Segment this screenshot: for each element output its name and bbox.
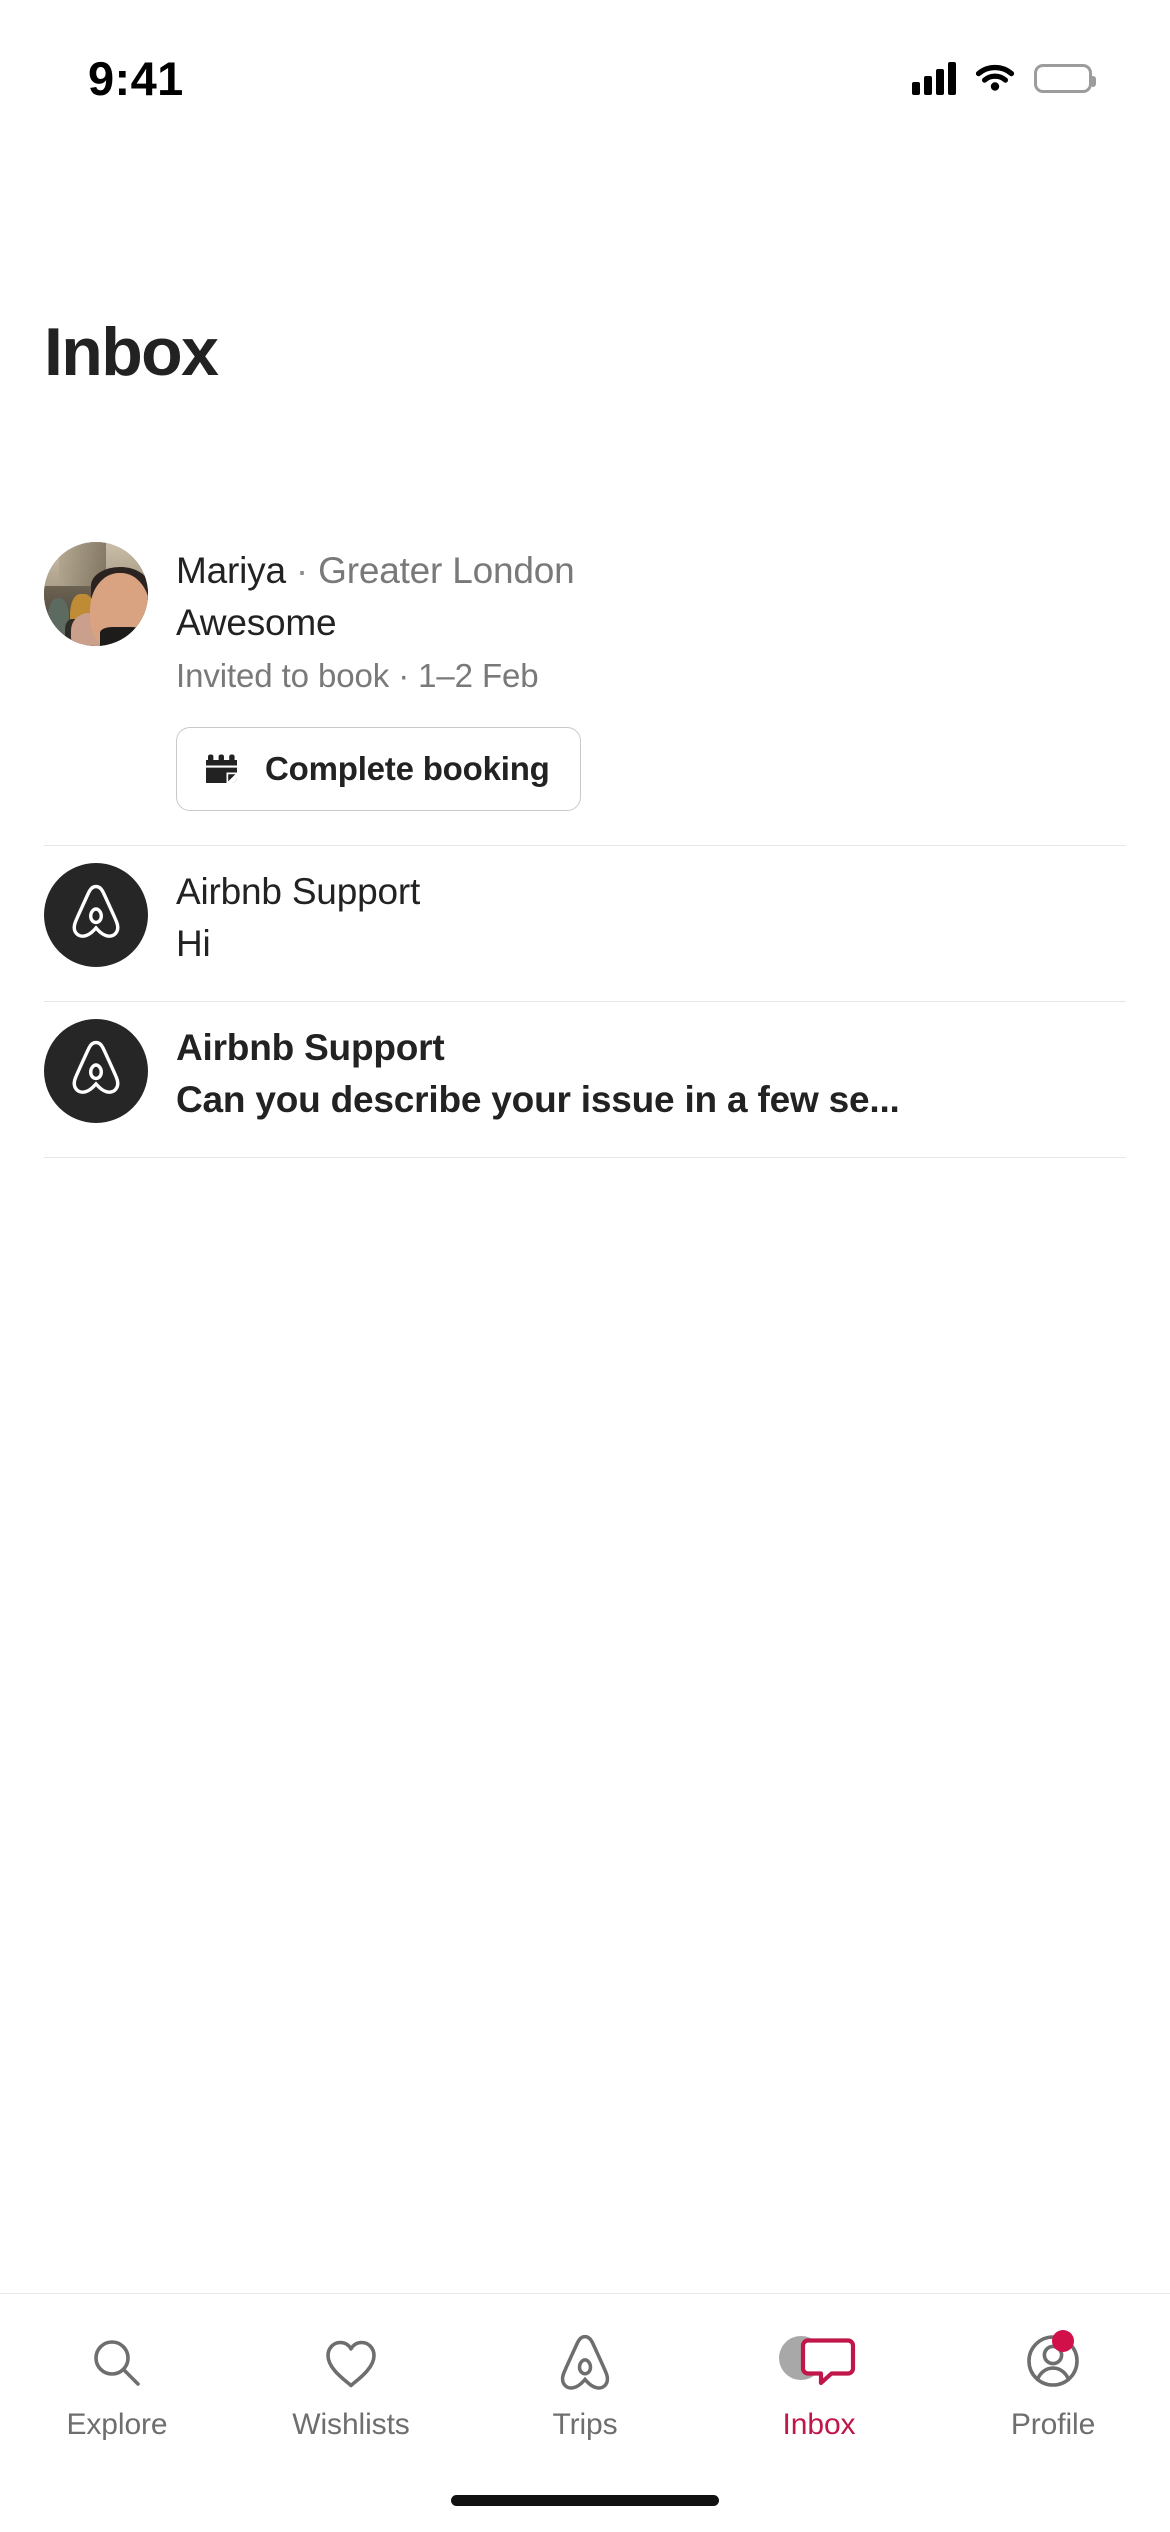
tab-label-inbox: Inbox bbox=[782, 2408, 856, 2441]
thread-sender-name: Mariya bbox=[176, 550, 286, 591]
message-bubble-icon bbox=[779, 2332, 859, 2394]
complete-booking-label: Complete booking bbox=[265, 749, 550, 787]
status-time: 9:41 bbox=[88, 51, 184, 105]
thread-sender-name: Airbnb Support bbox=[176, 1026, 445, 1068]
complete-booking-button[interactable]: Complete booking bbox=[176, 726, 581, 811]
wifi-icon bbox=[974, 60, 1016, 97]
thread-meta: Invited to book · 1–2 Feb bbox=[176, 657, 539, 694]
calendar-icon bbox=[204, 748, 246, 790]
tab-label-explore: Explore bbox=[66, 2408, 168, 2441]
home-indicator bbox=[451, 2495, 719, 2506]
tab-trips[interactable]: Trips bbox=[468, 2294, 702, 2442]
thread-title-line: Mariya · Greater London bbox=[176, 548, 1126, 593]
tab-label-profile: Profile bbox=[1010, 2408, 1096, 2441]
thread-preview: Can you describe your issue in a few se.… bbox=[176, 1078, 900, 1120]
cellular-signal-icon bbox=[912, 61, 956, 95]
tab-label-trips: Trips bbox=[552, 2408, 618, 2441]
thread-sender-name: Airbnb Support bbox=[176, 870, 421, 912]
status-indicators bbox=[912, 60, 1096, 97]
airbnb-belo-icon bbox=[68, 882, 124, 947]
status-bar: 9:41 bbox=[0, 0, 1170, 140]
thread-preview: Hi bbox=[176, 922, 211, 964]
thread-row-mariya[interactable]: Mariya · Greater London Awesome Invited … bbox=[0, 525, 1170, 845]
thread-title-line: Airbnb Support bbox=[176, 1025, 1126, 1070]
avatar-mariya-photo[interactable] bbox=[44, 542, 148, 646]
avatar-airbnb-support[interactable] bbox=[44, 1018, 148, 1123]
thread-preview: Awesome bbox=[176, 602, 337, 644]
thread-row-support-issue[interactable]: Airbnb Support Can you describe your iss… bbox=[0, 1002, 1170, 1157]
tab-label-wishlists: Wishlists bbox=[292, 2408, 410, 2441]
heart-icon bbox=[320, 2332, 382, 2394]
airbnb-belo-icon bbox=[555, 2332, 615, 2394]
inbox-thread-list: Mariya · Greater London Awesome Invited … bbox=[0, 525, 1170, 1158]
thread-separator: · bbox=[295, 550, 309, 591]
thread-location: Greater London bbox=[318, 550, 575, 591]
battery-full-icon bbox=[1034, 63, 1096, 93]
search-icon bbox=[87, 2332, 147, 2394]
tab-profile[interactable]: Profile bbox=[936, 2294, 1170, 2442]
thread-title-line: Airbnb Support bbox=[176, 869, 1126, 914]
tab-explore[interactable]: Explore bbox=[0, 2294, 234, 2442]
tab-inbox[interactable]: Inbox bbox=[702, 2294, 936, 2442]
airbnb-belo-icon bbox=[68, 1038, 124, 1103]
profile-notification-badge bbox=[1052, 2330, 1074, 2352]
thread-row-support-hi[interactable]: Airbnb Support Hi bbox=[0, 846, 1170, 1001]
tab-wishlists[interactable]: Wishlists bbox=[234, 2294, 468, 2442]
avatar-airbnb-support[interactable] bbox=[44, 862, 148, 967]
page-title: Inbox bbox=[44, 314, 219, 390]
list-divider bbox=[44, 1156, 1126, 1158]
